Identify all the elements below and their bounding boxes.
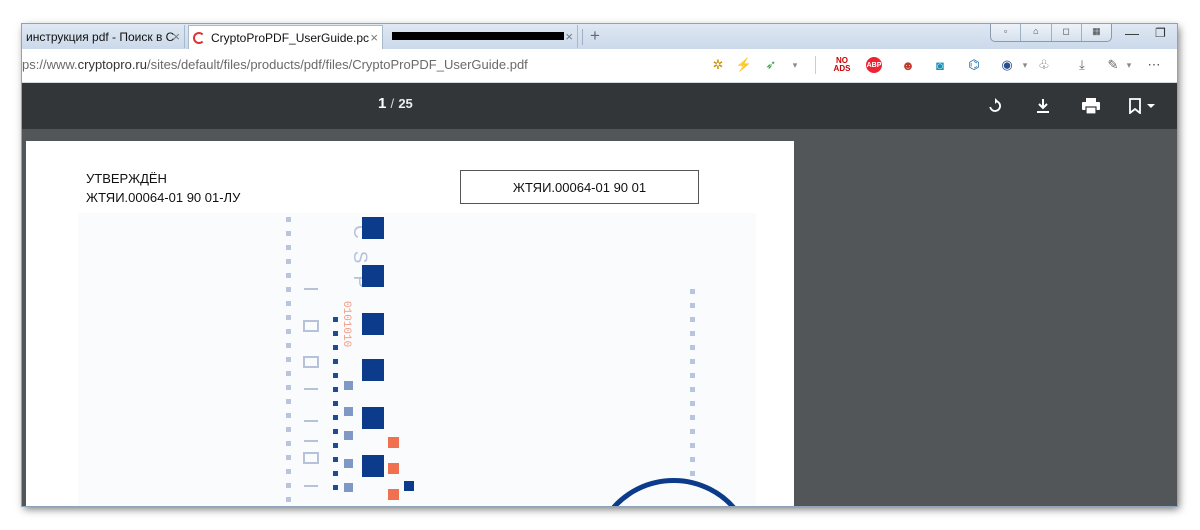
- grid-icon[interactable]: ▦: [1082, 24, 1111, 41]
- pdf-toolbar: 1 / 25: [22, 83, 1177, 129]
- page-indicator: 1 / 25: [378, 95, 413, 112]
- tab-strip: инструкция pdf - Поиск в С × CryptoProPD…: [22, 24, 1177, 49]
- pin-icon[interactable]: ⌂: [1021, 24, 1052, 41]
- new-tab-icon[interactable]: +: [590, 26, 600, 46]
- tab-search-label: инструкция pdf - Поиск в С: [26, 29, 175, 44]
- total-pages: 25: [398, 96, 413, 111]
- current-page[interactable]: 1: [378, 95, 386, 112]
- address-bar: ps://www.cryptopro.ru/sites/default/file…: [22, 49, 1177, 83]
- window-restore-icon[interactable]: ❐: [1155, 26, 1166, 40]
- restore-icon[interactable]: ◻: [1052, 24, 1082, 41]
- print-icon[interactable]: [1080, 95, 1102, 117]
- translate-icon[interactable]: ⌬: [964, 55, 984, 75]
- toolbar-separator: [815, 56, 816, 74]
- url-field[interactable]: ps://www.cryptopro.ru/sites/default/file…: [22, 57, 528, 72]
- page-separator: /: [390, 96, 395, 111]
- close-icon[interactable]: ×: [172, 29, 180, 44]
- minimize-icon[interactable]: ▫: [991, 24, 1022, 41]
- chevron-down-icon[interactable]: ▾: [785, 55, 805, 75]
- tab-userguide-label: CryptoProPDF_UserGuide.pc: [211, 30, 370, 45]
- window-minimize-icon[interactable]: —: [1125, 25, 1139, 41]
- tab-separator: [582, 29, 583, 45]
- noads-icon[interactable]: NO ADS: [832, 55, 852, 75]
- tab-search[interactable]: инструкция pdf - Поиск в С ×: [22, 25, 185, 48]
- tab-userguide[interactable]: CryptoProPDF_UserGuide.pc ×: [188, 25, 383, 49]
- camera-icon[interactable]: ◙: [930, 55, 950, 75]
- rotate-icon[interactable]: [984, 95, 1006, 117]
- download-icon[interactable]: ⤓: [1072, 55, 1092, 75]
- binary-digits: 0101010: [340, 301, 352, 347]
- tab-redacted[interactable]: ×: [386, 25, 578, 48]
- more-icon[interactable]: ⋯: [1144, 55, 1164, 75]
- bookmark-icon[interactable]: [1126, 95, 1160, 117]
- close-icon[interactable]: ×: [370, 30, 378, 45]
- browser-window: инструкция pdf - Поиск в С × CryptoProPD…: [22, 24, 1177, 506]
- download-icon[interactable]: [1032, 95, 1054, 117]
- monkey-icon[interactable]: ☻: [898, 55, 918, 75]
- bee-icon[interactable]: ✲: [708, 55, 728, 75]
- window-buttons: ▫ ⌂ ◻ ▦: [990, 24, 1112, 42]
- pdf-page: УТВЕРЖДЁН ЖТЯИ.00064-01 90 01-ЛУ ЖТЯИ.00…: [26, 141, 794, 506]
- url-path: /sites/default/files/products/pdf/files/…: [147, 57, 528, 72]
- close-icon[interactable]: ×: [565, 29, 573, 44]
- lightning-icon[interactable]: ⚡: [734, 55, 754, 75]
- globe-icon[interactable]: ◉: [997, 55, 1017, 75]
- chevron-down-icon[interactable]: ▾: [1119, 55, 1139, 75]
- loading-icon: [193, 31, 205, 44]
- chevron-down-icon[interactable]: ▾: [1015, 55, 1035, 75]
- url-domain: cryptopro.ru: [77, 57, 147, 72]
- favorites-icon[interactable]: ♧: [1034, 55, 1054, 75]
- adblock-icon[interactable]: ABP: [866, 57, 882, 73]
- pdf-viewer: УТВЕРЖДЁН ЖТЯИ.00064-01 90 01-ЛУ ЖТЯИ.00…: [22, 129, 1177, 506]
- leaf-icon[interactable]: ➶: [761, 55, 781, 75]
- url-prefix: ps://www.: [22, 57, 78, 72]
- redacted-title: [392, 32, 564, 40]
- cover-art: CSP 0101010: [78, 213, 756, 506]
